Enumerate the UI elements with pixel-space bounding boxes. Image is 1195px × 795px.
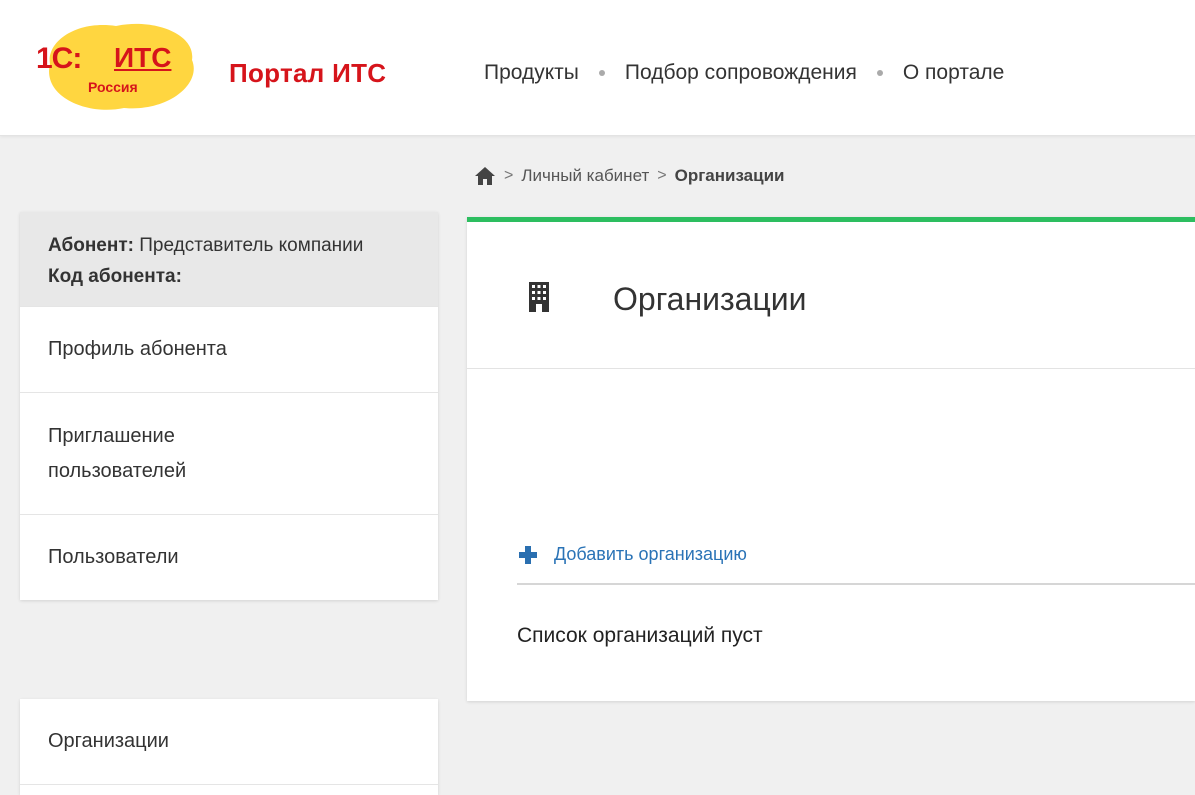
- breadcrumb-account[interactable]: Личный кабинет: [521, 166, 649, 186]
- add-organization-label: Добавить организацию: [554, 544, 747, 564]
- nav-about[interactable]: О портале: [903, 61, 1004, 85]
- chevron-right-icon: >: [657, 167, 667, 184]
- sidebar-secondary: Организации: [20, 699, 438, 795]
- sidebar-item-invite-users[interactable]: Приглашение пользователей: [20, 392, 438, 514]
- sidebar-item-profile[interactable]: Профиль абонента: [20, 306, 438, 392]
- building-icon: [529, 282, 549, 312]
- subscriber-label: Абонент:: [48, 235, 134, 256]
- sidebar-item-label: Организации: [48, 730, 169, 752]
- subscriber-code-label: Код абонента:: [48, 266, 182, 287]
- site-header: 1С: ИТС Россия Портал ИТС Продукты Подбо…: [0, 0, 1195, 136]
- top-nav: Продукты Подбор сопровождения О портале: [484, 61, 1004, 85]
- subscriber-line: Абонент: Представитель компании: [48, 230, 410, 261]
- nav-support-selection[interactable]: Подбор сопровождения: [625, 61, 857, 85]
- divider: [517, 583, 1195, 585]
- subscriber-value: Представитель компании: [133, 235, 364, 256]
- nav-separator: [876, 70, 883, 76]
- home-icon[interactable]: [474, 166, 496, 186]
- subscriber-code: Код абонента:: [48, 261, 410, 292]
- breadcrumb: > Личный кабинет > Организации: [474, 166, 785, 186]
- sidebar: Абонент: Представитель компании Код абон…: [20, 212, 438, 600]
- sidebar-item-users[interactable]: Пользователи: [20, 514, 438, 600]
- panel-header: Организации: [467, 222, 1195, 369]
- organizations-panel: Организации Добавить организацию Список …: [467, 217, 1195, 701]
- sidebar-item-label: Профиль абонента: [48, 338, 227, 360]
- chevron-right-icon: >: [504, 167, 514, 184]
- plus-icon: [519, 545, 537, 564]
- nav-separator: [598, 70, 605, 76]
- portal-title[interactable]: Портал ИТС: [229, 58, 386, 89]
- logo-region-text: Россия: [88, 79, 138, 95]
- sidebar-item-organizations[interactable]: Организации: [20, 699, 438, 785]
- logo-1c-text: 1С:: [36, 42, 82, 75]
- page-title: Организации: [613, 281, 807, 317]
- logo-its-text: ИТС: [114, 42, 172, 73]
- sidebar-item-label: Приглашение пользователей: [48, 424, 187, 482]
- add-organization-link[interactable]: Добавить организацию: [519, 544, 747, 565]
- empty-list-message: Список организаций пуст: [517, 624, 763, 647]
- sidebar-item-label: Пользователи: [48, 546, 179, 568]
- subscriber-info: Абонент: Представитель компании Код абон…: [20, 212, 438, 306]
- its-logo[interactable]: 1С: ИТС Россия: [36, 12, 206, 116]
- breadcrumb-current: Организации: [674, 166, 785, 185]
- nav-products[interactable]: Продукты: [484, 61, 579, 85]
